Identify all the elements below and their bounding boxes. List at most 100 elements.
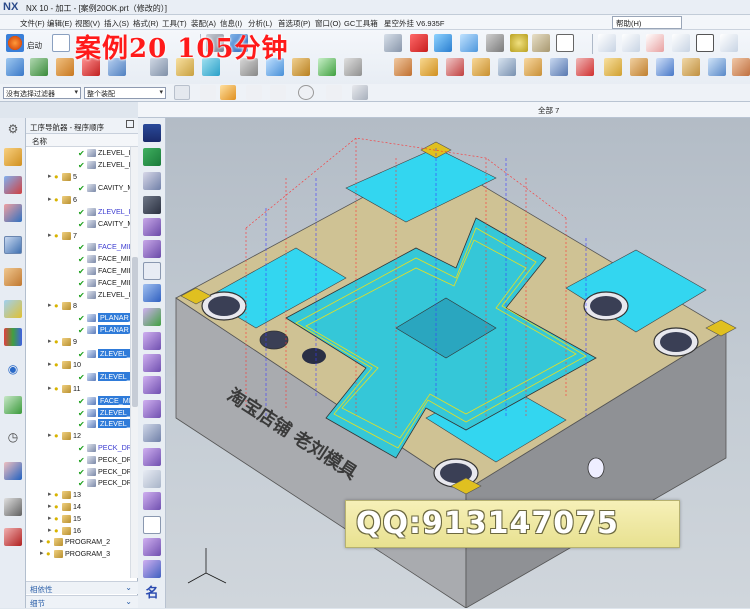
program-group-row[interactable]: ▸ ● 11 bbox=[26, 383, 130, 395]
tool-icon-7[interactable] bbox=[143, 400, 161, 418]
program-group-row[interactable]: ▸ ● PROGRAM_2 bbox=[26, 536, 130, 548]
tool-icon-4[interactable] bbox=[143, 332, 161, 350]
clock-icon[interactable] bbox=[344, 58, 362, 76]
web-browser-icon[interactable] bbox=[4, 396, 22, 414]
system-materials-icon[interactable] bbox=[4, 528, 22, 546]
tool-icon-2[interactable] bbox=[143, 240, 161, 258]
menu-file[interactable]: 文件(F) bbox=[20, 18, 45, 29]
feature-icon-12[interactable] bbox=[682, 58, 700, 76]
operation-row[interactable]: ✔ PECK_DRILLI bbox=[26, 454, 130, 466]
layer-icon[interactable] bbox=[532, 34, 550, 52]
point-icon[interactable] bbox=[672, 34, 690, 52]
name-icon[interactable]: 名 bbox=[143, 582, 161, 600]
process-studio-icon[interactable] bbox=[4, 462, 22, 480]
program-group-row[interactable]: ▸ ● 15 bbox=[26, 513, 130, 525]
tool-icon-1[interactable] bbox=[143, 218, 161, 236]
check-mark-icon[interactable] bbox=[143, 308, 161, 326]
assembly-scope-dropdown[interactable]: 整个装配 ▾ bbox=[84, 87, 166, 99]
program-group-row[interactable]: ▸ ● 6 bbox=[26, 194, 130, 206]
ok-check-icon[interactable] bbox=[318, 58, 336, 76]
tool-icon-12[interactable] bbox=[143, 538, 161, 556]
create-tool-icon[interactable] bbox=[30, 58, 48, 76]
part-nav-icon[interactable] bbox=[4, 204, 22, 222]
menu-help[interactable]: 帮助(H) bbox=[612, 16, 682, 29]
program-group-row[interactable]: ▸ ● 12 bbox=[26, 430, 130, 442]
spline-icon[interactable] bbox=[646, 34, 664, 52]
cutter-icon[interactable] bbox=[143, 196, 161, 214]
operation-row[interactable]: ✔ PECK_DRILLI bbox=[26, 442, 130, 454]
operation-row[interactable]: ✔ ZLEVEL_PRO bbox=[26, 418, 130, 430]
operation-row[interactable]: ✔ ZLEVEL_PRO bbox=[26, 289, 130, 301]
filter-icon[interactable] bbox=[174, 85, 190, 100]
operation-row[interactable]: ✔ ZLEVEL_PRO bbox=[26, 206, 130, 218]
operation-row[interactable]: ✔ PECK_DRILLI bbox=[26, 477, 130, 489]
expand-icon[interactable]: ▸ bbox=[48, 337, 52, 345]
program-group-row[interactable]: ▸ ● 5 bbox=[26, 171, 130, 183]
expand-icon[interactable]: ▸ bbox=[48, 431, 52, 439]
start-label[interactable]: 启动 bbox=[27, 40, 42, 51]
feature-icon-6[interactable] bbox=[524, 58, 542, 76]
program-group-row[interactable]: ▸ ● 13 bbox=[26, 489, 130, 501]
feature-icon-10[interactable] bbox=[630, 58, 648, 76]
menu-window[interactable]: 窗口(O) bbox=[315, 18, 341, 29]
point-snap-icon[interactable] bbox=[220, 85, 236, 100]
feed-speed-icon[interactable] bbox=[292, 58, 310, 76]
hexagon-icon[interactable] bbox=[298, 85, 314, 100]
operation-row[interactable]: ✔ CAVITY_MILL bbox=[26, 182, 130, 194]
operation-nav-icon[interactable] bbox=[4, 236, 22, 254]
expand-icon[interactable]: ▸ bbox=[48, 526, 52, 534]
gear-icon[interactable]: ⚙ bbox=[4, 122, 22, 140]
feature-icon-3[interactable] bbox=[446, 58, 464, 76]
create-geometry-icon[interactable] bbox=[56, 58, 74, 76]
feature-icon-7[interactable] bbox=[550, 58, 568, 76]
program-group-row[interactable]: ▸ ● PROGRAM_3 bbox=[26, 548, 130, 560]
midpoint-snap-icon[interactable] bbox=[270, 85, 286, 100]
assembly-nav-icon[interactable] bbox=[4, 148, 22, 166]
tool-icon-10[interactable] bbox=[143, 470, 161, 488]
rectangle-icon[interactable] bbox=[696, 34, 714, 52]
dimension-icon[interactable] bbox=[720, 34, 738, 52]
tool-icon-6[interactable] bbox=[143, 376, 161, 394]
column-header[interactable]: 名称 bbox=[26, 134, 138, 147]
operation-row[interactable]: ✔ FACE_MILLIN bbox=[26, 253, 130, 265]
operation-row[interactable]: ✔ FACE_MILLIN bbox=[26, 265, 130, 277]
menu-edit[interactable]: 编辑(E) bbox=[47, 18, 72, 29]
tool-icon-5[interactable] bbox=[143, 354, 161, 372]
role-icon[interactable] bbox=[4, 498, 22, 516]
book-icon[interactable] bbox=[143, 172, 161, 190]
cube-solid-icon[interactable] bbox=[434, 34, 452, 52]
tool-icon-8[interactable] bbox=[143, 424, 161, 442]
close-icon[interactable] bbox=[126, 120, 134, 128]
new-file-icon[interactable] bbox=[52, 34, 70, 52]
palette-icon[interactable] bbox=[4, 328, 22, 346]
expand-icon[interactable]: ▸ bbox=[48, 195, 52, 203]
expand-icon[interactable]: ▸ bbox=[48, 384, 52, 392]
constraint-nav-icon[interactable] bbox=[4, 176, 22, 194]
expand-icon[interactable]: ▸ bbox=[48, 172, 52, 180]
operation-row[interactable]: ✔ ZLEVEL_PRO bbox=[26, 371, 130, 383]
display-icon[interactable] bbox=[143, 124, 161, 142]
operation-row[interactable]: ✔ ZLEVEL_PRO bbox=[26, 147, 130, 159]
program-group-row[interactable]: ▸ ● 8 bbox=[26, 300, 130, 312]
tool-icon-9[interactable] bbox=[143, 448, 161, 466]
expand-icon[interactable]: ▸ bbox=[40, 537, 44, 545]
center-snap-icon[interactable] bbox=[326, 85, 342, 100]
selection-filter-dropdown[interactable]: 没有选择过滤器 ▾ bbox=[3, 87, 81, 99]
menu-gc-toolbox[interactable]: GC工具箱 bbox=[344, 18, 378, 29]
endpoint-snap-icon[interactable] bbox=[246, 85, 262, 100]
program-group-row[interactable]: ▸ ● 7 bbox=[26, 230, 130, 242]
machine-nav-icon[interactable] bbox=[4, 268, 22, 286]
feature-icon-4[interactable] bbox=[472, 58, 490, 76]
menu-plugin[interactable]: 星空外挂 V6.935F bbox=[384, 18, 444, 29]
operation-row[interactable]: ✔ ZLEVEL_PRO bbox=[26, 348, 130, 360]
operation-row[interactable]: ✔ CAVITY_MILL bbox=[26, 218, 130, 230]
section-dependencies[interactable]: 相依性 ⌄ bbox=[26, 581, 138, 594]
frame-icon[interactable] bbox=[556, 34, 574, 52]
reuse-library-icon[interactable] bbox=[4, 300, 22, 318]
program-group-row[interactable]: ▸ ● 16 bbox=[26, 525, 130, 537]
feature-icon-1[interactable] bbox=[394, 58, 412, 76]
feature-icon-5[interactable] bbox=[498, 58, 516, 76]
program-group-row[interactable]: ▸ ● 10 bbox=[26, 359, 130, 371]
fit-view-icon[interactable] bbox=[384, 34, 402, 52]
feature-icon-2[interactable] bbox=[420, 58, 438, 76]
